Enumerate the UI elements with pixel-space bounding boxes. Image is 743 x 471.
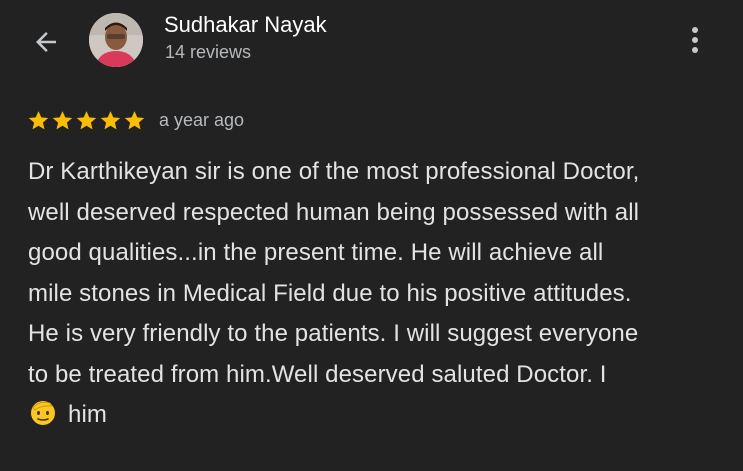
review-text-line: mile stones in Medical Field due to his … [28, 279, 632, 307]
rating-row: a year ago [27, 106, 244, 134]
review-text-last-word: him [68, 401, 107, 428]
review-text: Dr Karthikeyan sir is one of the most pr… [28, 152, 728, 436]
review-text-line: good qualities...in the present time. He… [28, 239, 604, 266]
review-text-line: Dr Karthikeyan sir is one of the most pr… [28, 158, 640, 185]
avatar[interactable] [89, 13, 143, 67]
more-options-button[interactable] [677, 22, 713, 58]
review-text-line: He is very friendly to the patients. I w… [28, 320, 639, 347]
more-vertical-icon [692, 27, 698, 53]
review-header: Sudhakar Nayak 14 reviews [0, 0, 743, 80]
back-button[interactable] [28, 24, 64, 60]
star-icon [76, 110, 97, 129]
star-icon [28, 110, 49, 129]
review-date: a year ago [159, 109, 245, 130]
arrow-back-icon [36, 32, 56, 52]
star-icon [124, 110, 145, 129]
star-rating [27, 109, 146, 132]
review-count: 14 reviews [165, 42, 252, 62]
review-text-line: to be treated from him.Well deserved sal… [28, 360, 607, 388]
reviewer-name[interactable]: Sudhakar Nayak [164, 12, 327, 38]
review-text-line-last: him [28, 395, 728, 436]
star-icon [52, 110, 73, 129]
saluting-face-icon [31, 401, 55, 425]
star-icon [100, 110, 121, 129]
review-text-line: well deserved respected human being poss… [28, 198, 640, 226]
